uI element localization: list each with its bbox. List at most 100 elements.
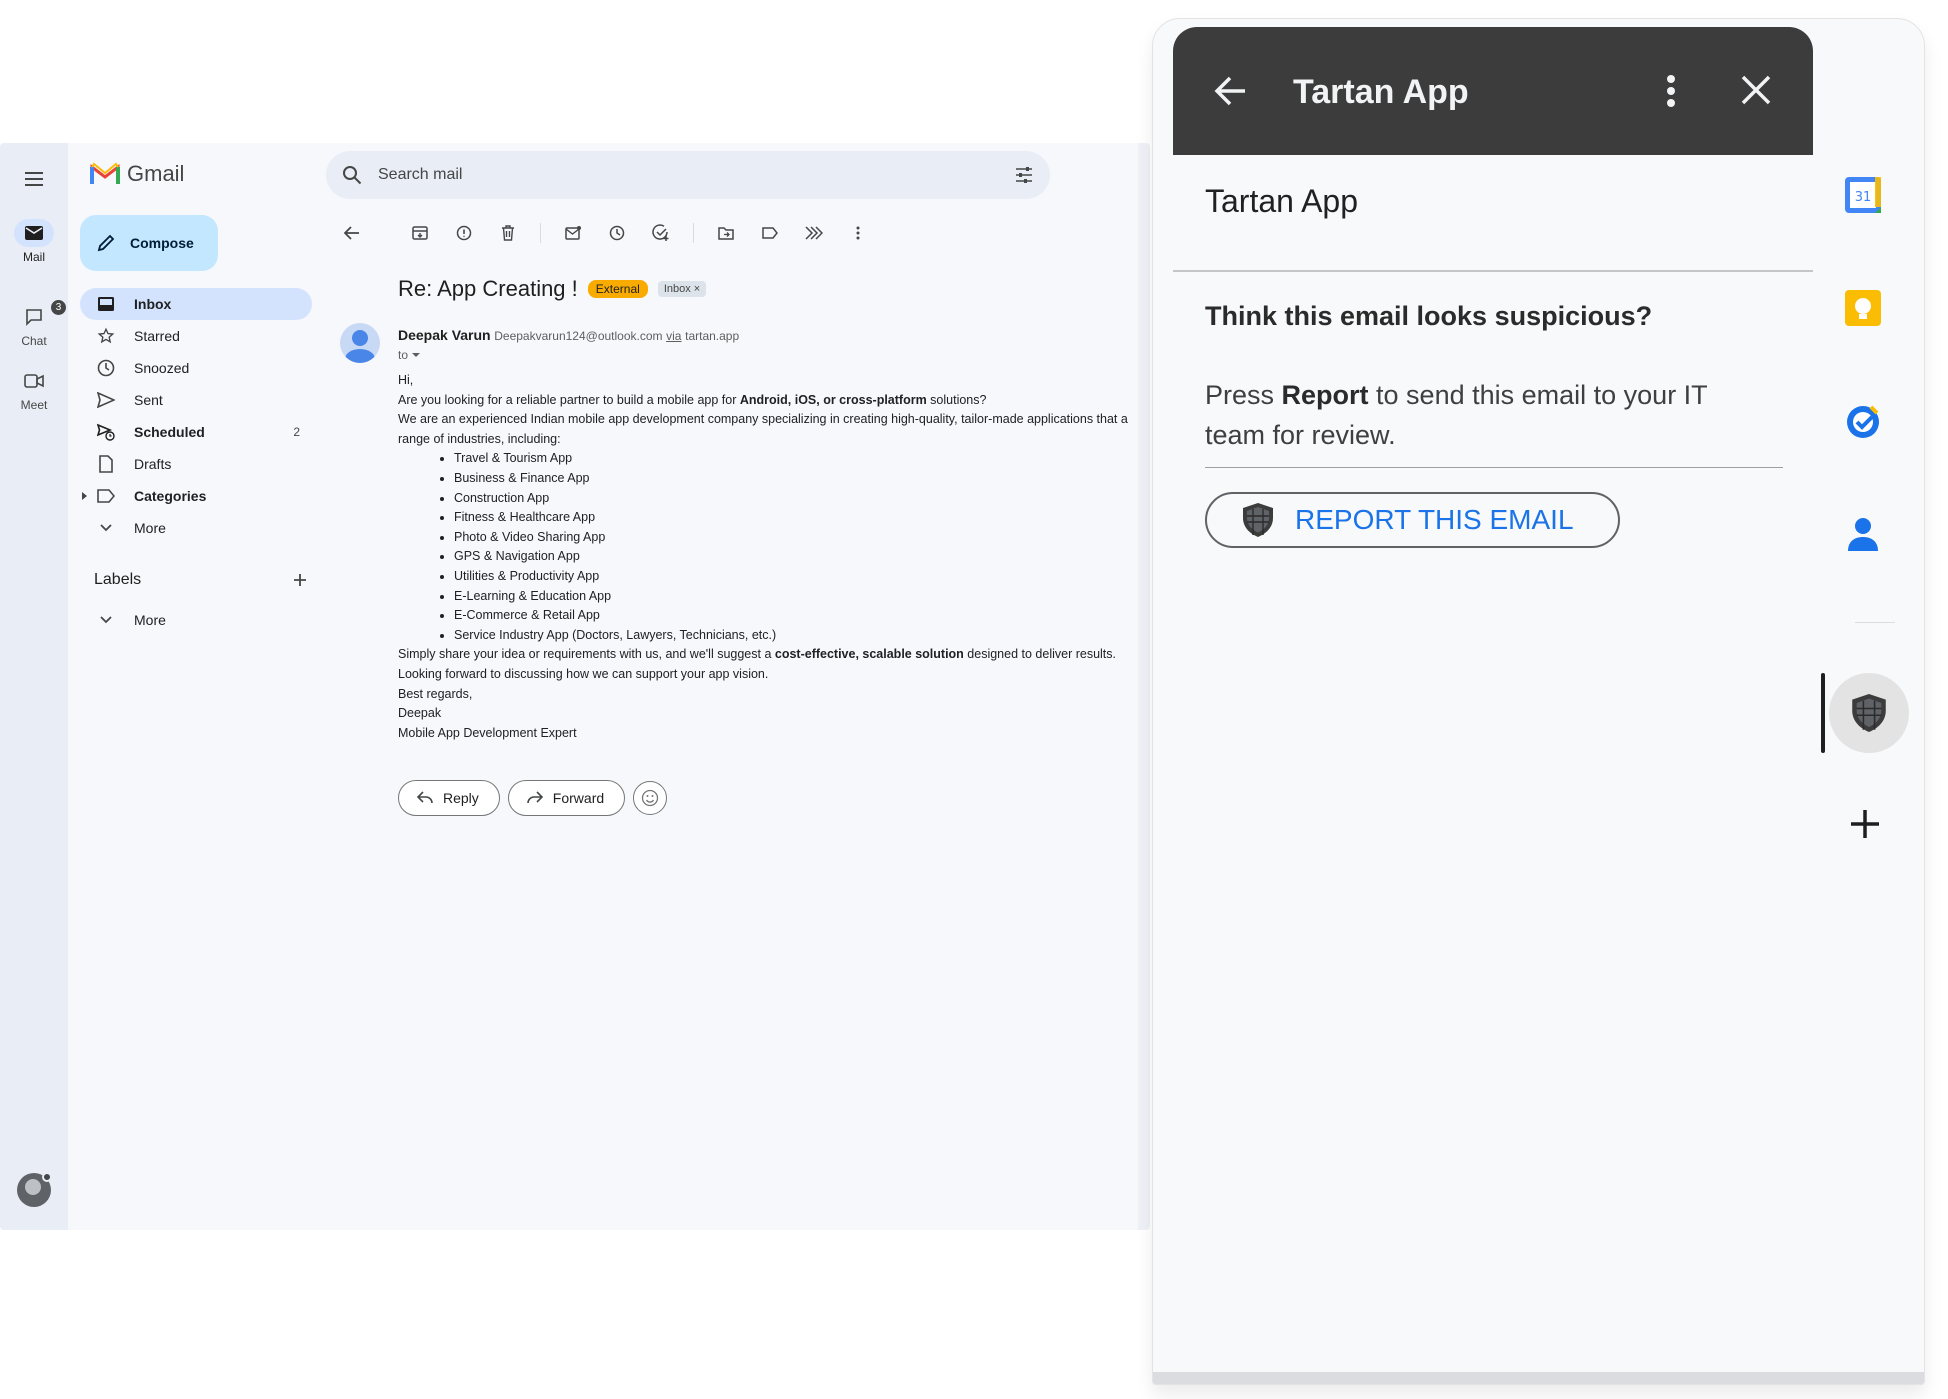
body-line-5: Looking forward to discussing how we can… [398,666,769,681]
addon-close-button[interactable] [1739,73,1773,107]
calendar-addon[interactable]: 31 [1843,175,1883,215]
more-options-button[interactable] [846,221,870,245]
get-addons-button[interactable] [1850,809,1880,839]
list-item: Service Industry App (Doctors, Lawyers, … [454,626,1150,646]
mail-unread-icon [565,226,581,240]
main-menu-button[interactable] [22,167,46,191]
report-spam-button[interactable] [452,221,476,245]
inbox-tag-label: Inbox [663,283,691,295]
tartan-addon-selected[interactable] [1829,673,1909,753]
list-item: Photo & Video Sharing App [454,528,1150,548]
plus-icon [1851,810,1879,838]
sender-avatar[interactable] [340,323,380,363]
nav-starred[interactable]: Starred [80,320,312,352]
forward-button[interactable]: Forward [507,780,626,816]
search-icon[interactable] [342,165,362,185]
addon-header: Tartan App [1173,27,1813,155]
nav-drafts[interactable]: Drafts [80,448,312,480]
report-instructions-pre: Press [1205,380,1282,410]
addon-menu-button[interactable] [1666,73,1676,109]
nav-sent[interactable]: Sent [80,384,312,416]
back-button[interactable] [340,221,364,245]
add-task-button[interactable] [649,221,673,245]
gmail-sidebar: Gmail Compose Inbox Starred Snoozed Sent… [68,143,320,1230]
sender-email: Deepakvarun124@outlook.com [494,329,663,343]
rail-meet[interactable]: Meet [0,367,68,412]
nav-scheduled-label: Scheduled [134,424,205,440]
reply-button[interactable]: Reply [398,780,500,816]
nav-snoozed[interactable]: Snoozed [80,352,312,384]
contacts-icon [1848,518,1878,551]
close-icon [1741,75,1771,105]
rail-mail[interactable]: Mail [0,219,68,264]
search-bar[interactable]: Search mail [326,151,1050,199]
gmail-logo[interactable]: Gmail [90,161,184,187]
archive-button[interactable] [408,221,432,245]
chat-badge: 3 [51,300,66,315]
plus-icon[interactable] [292,572,308,588]
report-instructions-bold: Report [1281,380,1369,410]
card-divider [1173,270,1813,272]
nav-snoozed-label: Snoozed [134,360,190,376]
inbox-icon [98,297,114,311]
move-to-button[interactable] [714,221,738,245]
clock-icon [97,359,115,377]
nav-scheduled[interactable]: Scheduled 2 [80,416,312,448]
more-vert-icon [856,226,860,240]
reply-actions: Reply Forward [398,780,668,816]
body-line-4-post: designed to deliver results. [963,647,1116,662]
arrow-left-icon [1214,76,1245,106]
via-link[interactable]: via [666,329,681,343]
forward-double-icon [805,226,823,240]
report-email-label: REPORT THIS EMAIL [1295,504,1574,535]
addon-back-button[interactable] [1213,73,1249,109]
nav-sent-label: Sent [134,392,163,408]
rail-meet-label: Meet [20,398,48,412]
reply-icon [417,791,433,804]
labels-more[interactable]: More [80,604,312,636]
list-item: Travel & Tourism App [454,449,1150,469]
nav-categories-label: Categories [134,488,207,504]
search-input[interactable]: Search mail [378,166,462,184]
calendar-icon: 31 [1845,177,1881,213]
hamburger-icon [25,172,43,186]
nav-more-label: More [134,520,166,536]
nav-more[interactable]: More [80,512,312,544]
labels-button[interactable] [758,221,782,245]
body-line-1-bold: Android, iOS, or cross-platform [739,392,927,407]
sender-name[interactable]: Deepak Varun [398,327,491,343]
addon-title: Tartan App [1293,73,1469,111]
delete-button[interactable] [496,221,520,245]
filter-button[interactable] [802,221,826,245]
forward-label: Forward [552,790,605,806]
message-toolbar [340,221,890,245]
recipients-toggle[interactable]: to [398,348,421,362]
rail-chat[interactable]: 3 Chat [0,300,68,348]
remove-label-icon[interactable]: × [694,283,700,295]
emoji-reaction-button[interactable] [633,781,668,815]
keep-addon[interactable] [1843,288,1883,328]
pencil-icon [97,234,115,252]
compose-label: Compose [130,235,194,251]
mark-unread-button[interactable] [561,221,585,245]
archive-icon [412,226,428,240]
list-item: Construction App [454,489,1150,509]
nav-inbox[interactable]: Inbox [80,288,312,320]
report-email-button[interactable]: REPORT THIS EMAIL [1205,492,1620,548]
list-item: Utilities & Productivity App [454,567,1150,587]
inbox-tag[interactable]: Inbox × [657,281,707,297]
contacts-addon[interactable] [1843,513,1883,553]
search-options-icon[interactable] [1014,165,1034,185]
svg-text:31: 31 [1855,190,1872,205]
nav-categories[interactable]: Categories [80,480,312,512]
account-avatar[interactable] [17,1172,52,1207]
tasks-addon[interactable] [1843,401,1883,441]
snooze-button[interactable] [605,221,629,245]
scrollbar[interactable] [1138,143,1150,1230]
label-icon [762,227,778,239]
compose-button[interactable]: Compose [80,215,218,271]
rail-chat-label: Chat [21,334,47,348]
list-item: GPS & Navigation App [454,547,1150,567]
list-item: Business & Finance App [454,469,1150,489]
gmail-brand-text: Gmail [127,161,185,186]
